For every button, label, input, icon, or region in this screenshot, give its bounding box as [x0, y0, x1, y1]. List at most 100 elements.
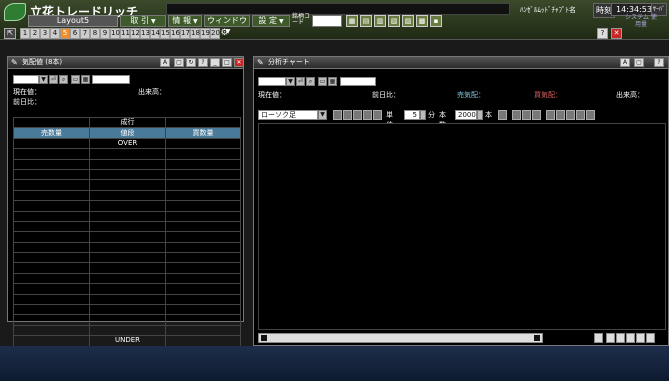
layout-tab[interactable]: 4	[50, 28, 60, 39]
layout-tab[interactable]: 15	[160, 28, 170, 39]
market-select[interactable]	[340, 77, 376, 86]
layout-tab[interactable]: 2	[30, 28, 40, 39]
layout-tab[interactable]: 16	[170, 28, 180, 39]
table-row[interactable]	[13, 210, 241, 222]
menu-info[interactable]: 情 報 ▼	[168, 15, 202, 27]
text-tool-icon[interactable]	[373, 110, 382, 120]
menu-trade[interactable]: 取 引 ▼	[120, 15, 166, 27]
tool-icon[interactable]	[343, 110, 352, 120]
zoom-icon[interactable]	[594, 333, 603, 343]
table-row[interactable]	[13, 179, 241, 191]
dropdown-icon[interactable]: ▼	[286, 77, 295, 86]
table-row[interactable]	[13, 168, 241, 181]
layout-tab[interactable]: 18	[190, 28, 200, 39]
search-icon[interactable]: ⌕	[306, 77, 315, 86]
scroll-right-icon[interactable]	[534, 335, 540, 341]
tool-icon[interactable]	[636, 333, 645, 343]
indicator-icon[interactable]	[566, 110, 575, 120]
save-icon[interactable]	[586, 110, 595, 120]
count-input[interactable]: 2000	[455, 110, 477, 120]
print-icon[interactable]	[576, 110, 585, 120]
code-input[interactable]	[312, 15, 342, 27]
folder-icon[interactable]: ▭	[318, 77, 327, 86]
font-size-icon[interactable]: A	[160, 58, 170, 67]
dropdown-icon[interactable]: ▼	[39, 75, 48, 84]
maximize-icon[interactable]: □	[222, 58, 232, 67]
table-row[interactable]	[13, 272, 241, 285]
spinner-icon[interactable]	[420, 110, 426, 120]
layout-tab[interactable]: 9	[100, 28, 110, 39]
layout-tab[interactable]: 10	[110, 28, 120, 39]
gear-icon[interactable]: ⚙	[219, 28, 230, 39]
register-icon[interactable]: ⏎	[296, 77, 305, 86]
table-row[interactable]	[13, 189, 241, 202]
popout-icon[interactable]: ⇱	[4, 28, 16, 39]
register-icon[interactable]: ⏎	[49, 75, 58, 84]
unit-input[interactable]: 5	[404, 110, 420, 120]
draw-tool-icon[interactable]	[512, 110, 521, 120]
portfolio-icon[interactable]: ▪	[430, 15, 442, 27]
layout-tab[interactable]: 12	[130, 28, 140, 39]
layout-selector[interactable]: Layout5	[28, 15, 118, 27]
layout-tab[interactable]: 19	[200, 28, 210, 39]
table-row[interactable]	[13, 293, 241, 306]
layout-tab[interactable]: 11	[120, 28, 130, 39]
layout-tab[interactable]: 13	[140, 28, 150, 39]
font-size-icon[interactable]: A	[620, 58, 630, 67]
quote-board-titlebar[interactable]: ✎ 気配値 (8本) A ▢ ↻ ? _ □ ✕	[8, 57, 244, 69]
menu-settings[interactable]: 設 定 ▼	[252, 15, 290, 27]
minimize-icon[interactable]: _	[210, 58, 220, 67]
copy-icon[interactable]: ▢	[634, 58, 644, 67]
stock-code-input[interactable]	[258, 77, 286, 86]
ranking-icon[interactable]: ▥	[374, 15, 386, 27]
refresh-icon[interactable]: ↻	[186, 58, 196, 67]
order-icon[interactable]: ▨	[402, 15, 414, 27]
settings-icon[interactable]	[546, 110, 555, 120]
table-row[interactable]	[13, 324, 241, 337]
chart-type-select[interactable]: ローソク足	[258, 110, 318, 120]
download-icon[interactable]	[498, 110, 507, 120]
help-icon[interactable]: ?	[597, 28, 608, 39]
tool-icon[interactable]	[626, 333, 635, 343]
table-row[interactable]	[13, 158, 241, 170]
layout-tab[interactable]: 8	[90, 28, 100, 39]
search-icon[interactable]: ⌕	[59, 75, 68, 84]
pin-icon[interactable]: ✎	[11, 57, 18, 68]
system-usage-button[interactable]: システム 使用量	[624, 14, 658, 28]
chart-icon[interactable]: ▤	[360, 15, 372, 27]
table-row[interactable]	[13, 220, 241, 233]
list-icon[interactable]: ▩	[416, 15, 428, 27]
market-select[interactable]	[92, 75, 130, 84]
table-row[interactable]	[13, 283, 241, 295]
tool-icon[interactable]	[616, 333, 625, 343]
layout-tab[interactable]: 7	[80, 28, 90, 39]
folder-icon[interactable]: ▭	[71, 75, 80, 84]
tool-icon[interactable]	[606, 333, 615, 343]
table-row[interactable]	[13, 262, 241, 274]
spinner-icon[interactable]	[477, 110, 483, 120]
table-row[interactable]	[13, 231, 241, 243]
chart-scrollbar[interactable]	[258, 333, 543, 343]
stock-code-input[interactable]	[13, 75, 39, 84]
board-icon[interactable]: ▦	[346, 15, 358, 27]
layout-tab[interactable]: 1	[20, 28, 30, 39]
dropdown-icon[interactable]: ▼	[318, 110, 327, 120]
table-row[interactable]	[13, 241, 241, 254]
layout-tab[interactable]: 5	[60, 28, 70, 39]
menu-window[interactable]: ウィンドウ▼	[204, 15, 250, 35]
tool-icon[interactable]	[646, 333, 655, 343]
copy-icon[interactable]: ▢	[174, 58, 184, 67]
layout-tab[interactable]: 6	[70, 28, 80, 39]
grid-icon[interactable]: ▦	[328, 77, 337, 86]
eraser-icon[interactable]	[522, 110, 531, 120]
chart-canvas[interactable]	[258, 123, 666, 330]
tool-icon[interactable]	[363, 110, 372, 120]
chart-titlebar[interactable]: ✎ 分析チャート A ▢ ?	[254, 57, 668, 69]
table-row[interactable]	[13, 314, 241, 326]
scroll-left-icon[interactable]	[261, 335, 267, 341]
table-row[interactable]	[13, 252, 241, 264]
edit-icon[interactable]	[532, 110, 541, 120]
table-row[interactable]	[13, 148, 241, 160]
pin-icon[interactable]: ✎	[257, 57, 264, 68]
layout-tab[interactable]: 17	[180, 28, 190, 39]
